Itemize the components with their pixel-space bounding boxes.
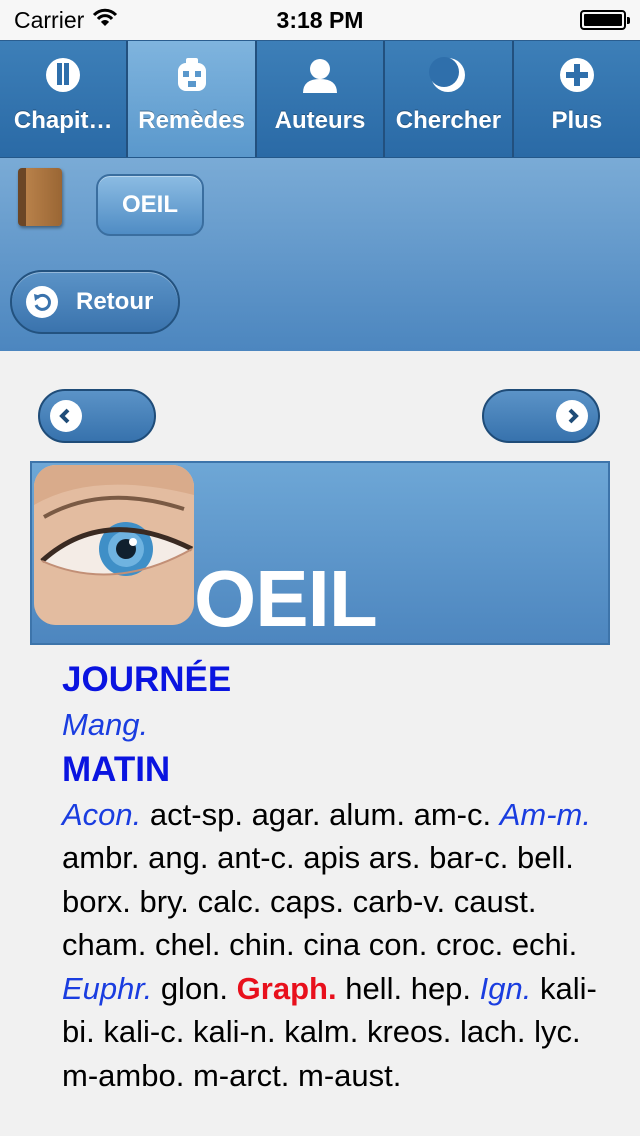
chapter-banner: OEIL [30,461,610,645]
tab-auteurs[interactable]: Auteurs [257,41,386,157]
tab-label: Plus [551,107,603,134]
tab-plus[interactable]: Plus [514,41,640,157]
next-button[interactable] [482,389,600,443]
remedy-item[interactable]: ambr. [62,840,140,875]
remedy-item[interactable]: agar. [252,797,321,832]
remedy-item[interactable]: Mang. [62,707,148,742]
tab-bar: Chapit… Remèdes Auteurs Chercher Plus [0,40,640,158]
status-bar: Carrier 3:18 PM [0,0,640,40]
remedy-item[interactable]: apis [303,840,360,875]
remedy-item[interactable]: caps. [270,884,344,919]
plus-icon [557,55,597,95]
tab-label: Chapit… [13,107,113,134]
chapter-chip-button[interactable]: OEIL [96,174,204,236]
remedy-item[interactable]: borx. [62,884,131,919]
remedy-item[interactable]: lyc. [534,1014,581,1049]
remedy-item[interactable]: ant-c. [217,840,295,875]
eye-image [34,465,194,625]
remedy-item[interactable]: glon. [161,971,228,1006]
remedy-item[interactable]: Euphr. [62,971,152,1006]
book-icon[interactable] [18,168,62,226]
remedy-item[interactable]: croc. [436,927,503,962]
chevron-right-icon [556,400,588,432]
remedy-item[interactable]: kalm. [284,1014,358,1049]
chapter-icon [43,55,83,95]
section-journee: JOURNÉE Mang. [62,657,622,747]
rubric-text: JOURNÉE Mang. MATIN Acon. act-sp. agar. … [62,657,622,1097]
remedy-item[interactable]: lach. [460,1014,525,1049]
tab-chercher[interactable]: Chercher [385,41,514,157]
section-heading: JOURNÉE [62,660,232,699]
remedy-item[interactable]: caust. [454,884,537,919]
person-icon [300,55,340,95]
battery-icon [580,10,630,30]
remedy-item[interactable]: cina [303,927,360,962]
remedy-item[interactable]: Am-m. [500,797,591,832]
tab-chapitres[interactable]: Chapit… [0,41,129,157]
remedy-item[interactable]: m-ambo. [62,1058,184,1093]
remedy-list: Mang. [62,703,622,747]
remedy-item[interactable]: echi. [512,927,577,962]
tab-label: Auteurs [274,107,366,134]
remedy-item[interactable]: hep. [411,971,471,1006]
remedy-item[interactable]: kreos. [367,1014,451,1049]
remedy-item[interactable]: Ign. [480,971,532,1006]
remedy-item[interactable]: m-arct. [193,1058,289,1093]
remedy-item[interactable]: m-aust. [298,1058,401,1093]
remedy-item[interactable]: kali-n. [193,1014,276,1049]
back-button-label: Retour [76,288,154,315]
moon-icon [428,55,468,95]
remedy-item[interactable]: ars. [369,840,421,875]
remedy-item[interactable]: carb-v. [353,884,445,919]
remedy-item[interactable]: am-c. [414,797,492,832]
chapter-title: OEIL [194,554,378,643]
remedy-item[interactable]: act-sp. [150,797,243,832]
remedy-item[interactable]: cham. [62,927,146,962]
tab-label: Remèdes [138,107,245,134]
tab-label: Chercher [395,107,502,134]
tab-remedes[interactable]: Remèdes [128,41,257,157]
remedy-item[interactable]: con. [369,927,428,962]
remedy-item[interactable]: chin. [229,927,294,962]
remedy-item[interactable]: ang. [148,840,208,875]
previous-button[interactable] [38,389,156,443]
remedy-item[interactable]: Acon. [62,797,141,832]
remedy-list: Acon. act-sp. agar. alum. am-c. Am-m. am… [62,793,622,1098]
chevron-left-icon [50,400,82,432]
remedy-item[interactable]: chel. [155,927,220,962]
section-matin: MATIN Acon. act-sp. agar. alum. am-c. Am… [62,747,622,1098]
remedy-bottle-icon [172,55,212,95]
remedy-item[interactable]: hell. [345,971,402,1006]
status-time: 3:18 PM [276,6,364,33]
remedy-item[interactable]: calc. [198,884,262,919]
remedy-item[interactable]: Graph. [237,971,337,1006]
remedy-item[interactable]: kali-c. [103,1014,184,1049]
content-area[interactable]: OEIL JOURNÉE Mang. MATIN Acon. act-sp. a… [0,351,640,1136]
remedy-item[interactable]: bar-c. [429,840,508,875]
undo-arrow-icon [26,286,58,318]
header-panel: OEIL Retour [0,158,640,351]
remedy-item[interactable]: alum. [329,797,405,832]
remedy-item[interactable]: bry. [140,884,189,919]
back-button[interactable]: Retour [10,270,180,334]
section-heading: MATIN [62,749,171,789]
remedy-item[interactable]: bell. [517,840,574,875]
